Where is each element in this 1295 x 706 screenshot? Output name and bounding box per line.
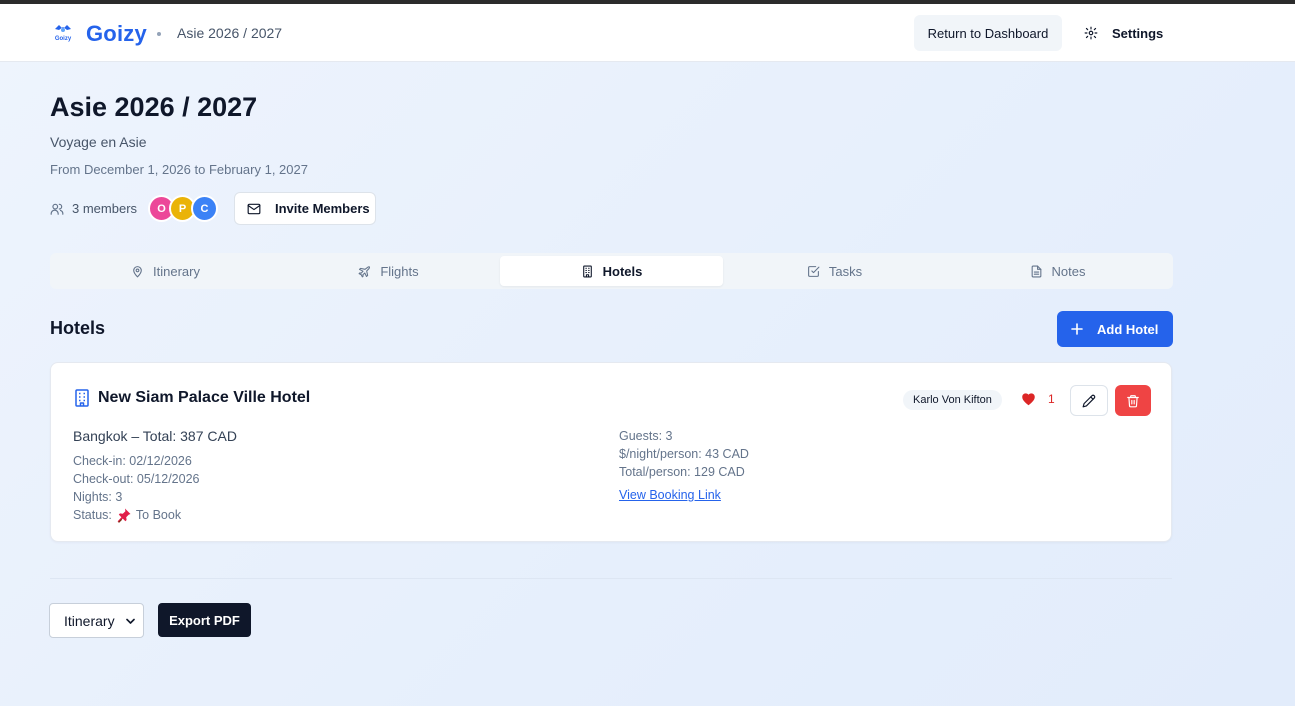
- status-value: To Book: [135, 508, 182, 522]
- select-value: Itinerary: [64, 612, 115, 629]
- tab-label: Itinerary: [153, 263, 200, 279]
- trip-tabs: Itinerary Flights Hotels Tasks Notes: [50, 253, 1173, 289]
- tab-label: Flights: [380, 263, 419, 279]
- trash-icon: [1127, 394, 1139, 407]
- top-header: Goizy Goizy Asie 2026 / 2027 Return to D…: [0, 4, 1295, 62]
- breadcrumb: Asie 2026 / 2027: [177, 25, 283, 41]
- users-icon: [50, 203, 64, 215]
- price-per-night-person: $/night/person: 43 CAD: [619, 447, 749, 461]
- building-icon: [75, 389, 89, 407]
- tab-itinerary[interactable]: Itinerary: [54, 256, 277, 286]
- members-label: 3 members: [72, 201, 138, 216]
- tab-hotels[interactable]: Hotels: [500, 256, 723, 286]
- delete-hotel-button[interactable]: [1115, 385, 1151, 416]
- avatar[interactable]: C: [191, 195, 218, 222]
- add-hotel-label: Add Hotel: [1097, 321, 1159, 337]
- settings-label: Settings: [1112, 25, 1164, 41]
- tab-label: Tasks: [828, 263, 863, 279]
- trip-subtitle: Voyage en Asie: [50, 134, 147, 150]
- breadcrumb-separator: [157, 32, 161, 36]
- hotel-location-total: Bangkok – Total: 387 CAD: [73, 428, 237, 444]
- hotel-name: New Siam Palace Ville Hotel: [98, 389, 311, 406]
- invite-members-button[interactable]: Invite Members: [234, 192, 376, 225]
- plane-icon: [358, 265, 371, 277]
- check-in: Check-in: 02/12/2026: [73, 454, 192, 468]
- heart-icon: [1022, 393, 1035, 406]
- guests: Guests: 3: [619, 429, 673, 443]
- owner-badge: Karlo Von Kifton: [903, 390, 1002, 410]
- mail-icon: [247, 203, 261, 214]
- add-hotel-button[interactable]: Add Hotel: [1057, 311, 1173, 347]
- goizy-logo[interactable]: Goizy: [52, 21, 74, 43]
- pencil-icon: [1082, 394, 1096, 407]
- tab-label: Notes: [1051, 263, 1086, 279]
- plus-icon: [1071, 323, 1083, 335]
- svg-text:Goizy: Goizy: [55, 36, 72, 42]
- nights: Nights: 3: [73, 490, 123, 504]
- tab-tasks[interactable]: Tasks: [723, 256, 946, 286]
- check-out: Check-out: 05/12/2026: [73, 472, 200, 486]
- hotel-card: New Siam Palace Ville Hotel Karlo Von Ki…: [50, 362, 1172, 542]
- edit-hotel-button[interactable]: [1070, 385, 1108, 416]
- section-divider: [50, 578, 1172, 579]
- status-prefix: Status:: [73, 508, 112, 522]
- chevron-down-icon: [126, 618, 135, 624]
- gear-icon: [1084, 26, 1098, 40]
- tab-notes[interactable]: Notes: [946, 256, 1169, 286]
- members-count: 3 members: [50, 201, 137, 216]
- invite-members-label: Invite Members: [275, 201, 370, 216]
- return-to-dashboard-button[interactable]: Return to Dashboard: [914, 15, 1062, 51]
- export-pdf-button[interactable]: Export PDF: [158, 603, 251, 637]
- hotel-dates-info: Check-in: 02/12/2026 Check-out: 05/12/20…: [73, 452, 199, 524]
- member-avatars: O P C: [148, 195, 228, 222]
- tab-label: Hotels: [602, 263, 643, 279]
- pushpin-icon: [117, 508, 131, 523]
- export-type-select[interactable]: Itinerary: [49, 603, 144, 638]
- hotel-cost-info: Guests: 3 $/night/person: 43 CAD Total/p…: [619, 427, 749, 481]
- like-button[interactable]: 1: [1021, 392, 1055, 406]
- total-per-person: Total/person: 129 CAD: [619, 465, 745, 479]
- hotels-section-title: Hotels: [50, 318, 106, 338]
- view-booking-link[interactable]: View Booking Link: [619, 488, 721, 502]
- brand-name[interactable]: Goizy: [86, 21, 147, 47]
- document-icon: [1031, 265, 1041, 277]
- map-pin-icon: [133, 265, 142, 277]
- like-count: 1: [1048, 392, 1055, 406]
- tab-flights[interactable]: Flights: [277, 256, 500, 286]
- settings-button[interactable]: Settings: [1076, 15, 1172, 51]
- building-icon: [582, 265, 592, 277]
- status-row: Status: To Book: [73, 506, 199, 524]
- trip-dates: From December 1, 2026 to February 1, 202…: [50, 162, 308, 177]
- trip-title: Asie 2026 / 2027: [50, 92, 258, 122]
- checkbox-icon: [807, 265, 820, 277]
